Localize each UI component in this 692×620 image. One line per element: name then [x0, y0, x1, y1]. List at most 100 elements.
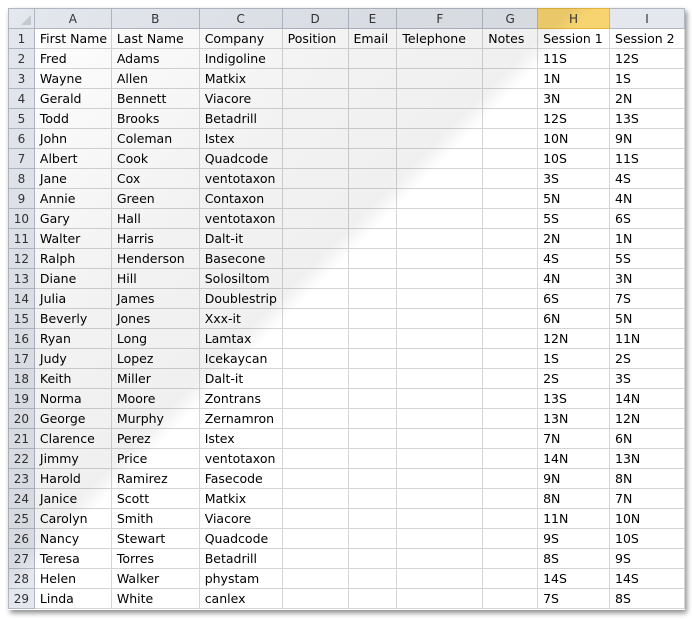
cell[interactable]	[396, 428, 484, 449]
cell[interactable]: Carolyn	[33, 508, 112, 529]
cell[interactable]: 5S	[537, 208, 611, 229]
cell[interactable]	[347, 208, 398, 229]
cell[interactable]: Smith	[110, 508, 200, 529]
cell[interactable]: Cook	[110, 148, 200, 169]
header-cell[interactable]: Email	[347, 28, 398, 49]
cell[interactable]: Price	[110, 448, 200, 469]
cell[interactable]	[396, 208, 484, 229]
cell[interactable]: 13N	[537, 408, 611, 429]
cell[interactable]	[281, 168, 349, 189]
cell[interactable]	[281, 548, 349, 569]
cell[interactable]: 3N	[609, 268, 685, 289]
cell[interactable]: 5N	[609, 308, 685, 329]
cell[interactable]: Xxx-it	[198, 308, 283, 329]
cell[interactable]: 5S	[609, 248, 685, 269]
row-header[interactable]: 22	[8, 448, 35, 469]
cell[interactable]	[347, 548, 398, 569]
cell[interactable]	[482, 88, 539, 109]
cell[interactable]	[396, 288, 484, 309]
cell[interactable]: Lamtax	[198, 328, 283, 349]
header-cell[interactable]: Session 2	[609, 28, 685, 49]
cell[interactable]: Gerald	[33, 88, 112, 109]
cell[interactable]: 7S	[609, 288, 685, 309]
cell[interactable]: 14N	[609, 388, 685, 409]
cell[interactable]	[281, 248, 349, 269]
cell[interactable]: John	[33, 128, 112, 149]
header-cell[interactable]: Notes	[482, 28, 539, 49]
cell[interactable]	[396, 348, 484, 369]
row-header[interactable]: 18	[8, 368, 35, 389]
cell[interactable]: Indigoline	[198, 48, 283, 69]
cell[interactable]	[281, 128, 349, 149]
column-header-i[interactable]: I	[609, 8, 685, 29]
cell[interactable]: 14N	[537, 448, 611, 469]
cell[interactable]: Jones	[110, 308, 200, 329]
cell[interactable]	[396, 568, 484, 589]
cell[interactable]	[482, 488, 539, 509]
cell[interactable]	[396, 408, 484, 429]
cell[interactable]: Jimmy	[33, 448, 112, 469]
cell[interactable]	[281, 308, 349, 329]
cell[interactable]	[396, 368, 484, 389]
cell[interactable]: Betadrill	[198, 108, 283, 129]
cell[interactable]	[482, 208, 539, 229]
cell[interactable]: Nancy	[33, 528, 112, 549]
row-header[interactable]: 2	[8, 48, 35, 69]
cell[interactable]: George	[33, 408, 112, 429]
cell[interactable]: Clarence	[33, 428, 112, 449]
cell[interactable]	[396, 88, 484, 109]
header-cell[interactable]: First Name	[33, 28, 112, 49]
cell[interactable]: 13S	[609, 108, 685, 129]
cell[interactable]: 12N	[609, 408, 685, 429]
cell[interactable]: Dalt-it	[198, 228, 283, 249]
cell[interactable]	[482, 428, 539, 449]
cell[interactable]	[347, 88, 398, 109]
cell[interactable]: 2S	[537, 368, 611, 389]
cell[interactable]: Albert	[33, 148, 112, 169]
cell[interactable]	[347, 508, 398, 529]
cell[interactable]	[347, 568, 398, 589]
cell[interactable]: Jane	[33, 168, 112, 189]
cell[interactable]: Coleman	[110, 128, 200, 149]
cell[interactable]: 9S	[537, 528, 611, 549]
row-header[interactable]: 8	[8, 168, 35, 189]
cell[interactable]	[281, 468, 349, 489]
cell[interactable]	[347, 388, 398, 409]
column-header-b[interactable]: B	[110, 8, 200, 29]
cell[interactable]: Viacore	[198, 508, 283, 529]
row-header[interactable]: 27	[8, 548, 35, 569]
cell[interactable]: Harold	[33, 468, 112, 489]
cell[interactable]	[281, 348, 349, 369]
cell[interactable]: 2S	[609, 348, 685, 369]
cell[interactable]: Fasecode	[198, 468, 283, 489]
cell[interactable]	[482, 408, 539, 429]
cell[interactable]	[482, 508, 539, 529]
row-header[interactable]: 17	[8, 348, 35, 369]
cell[interactable]: Zernamron	[198, 408, 283, 429]
cell[interactable]	[281, 208, 349, 229]
cell[interactable]	[281, 88, 349, 109]
row-header[interactable]: 24	[8, 488, 35, 509]
cell[interactable]	[396, 248, 484, 269]
cell[interactable]	[347, 248, 398, 269]
cell[interactable]: 3S	[609, 368, 685, 389]
cell[interactable]	[347, 428, 398, 449]
row-header[interactable]: 19	[8, 388, 35, 409]
cell[interactable]	[347, 328, 398, 349]
column-header-g[interactable]: G	[482, 8, 539, 29]
cell[interactable]: ventotaxon	[198, 208, 283, 229]
cell[interactable]: Contaxon	[198, 188, 283, 209]
cell[interactable]: Helen	[33, 568, 112, 589]
cell[interactable]: 6N	[537, 308, 611, 329]
cell[interactable]	[281, 588, 349, 609]
cell[interactable]	[482, 288, 539, 309]
cell[interactable]: Ryan	[33, 328, 112, 349]
cell[interactable]	[482, 228, 539, 249]
cell[interactable]	[281, 228, 349, 249]
cell[interactable]	[396, 528, 484, 549]
column-header-f[interactable]: F	[396, 8, 484, 29]
row-header[interactable]: 21	[8, 428, 35, 449]
cell[interactable]	[281, 528, 349, 549]
cell[interactable]	[396, 148, 484, 169]
cell[interactable]: Istex	[198, 428, 283, 449]
